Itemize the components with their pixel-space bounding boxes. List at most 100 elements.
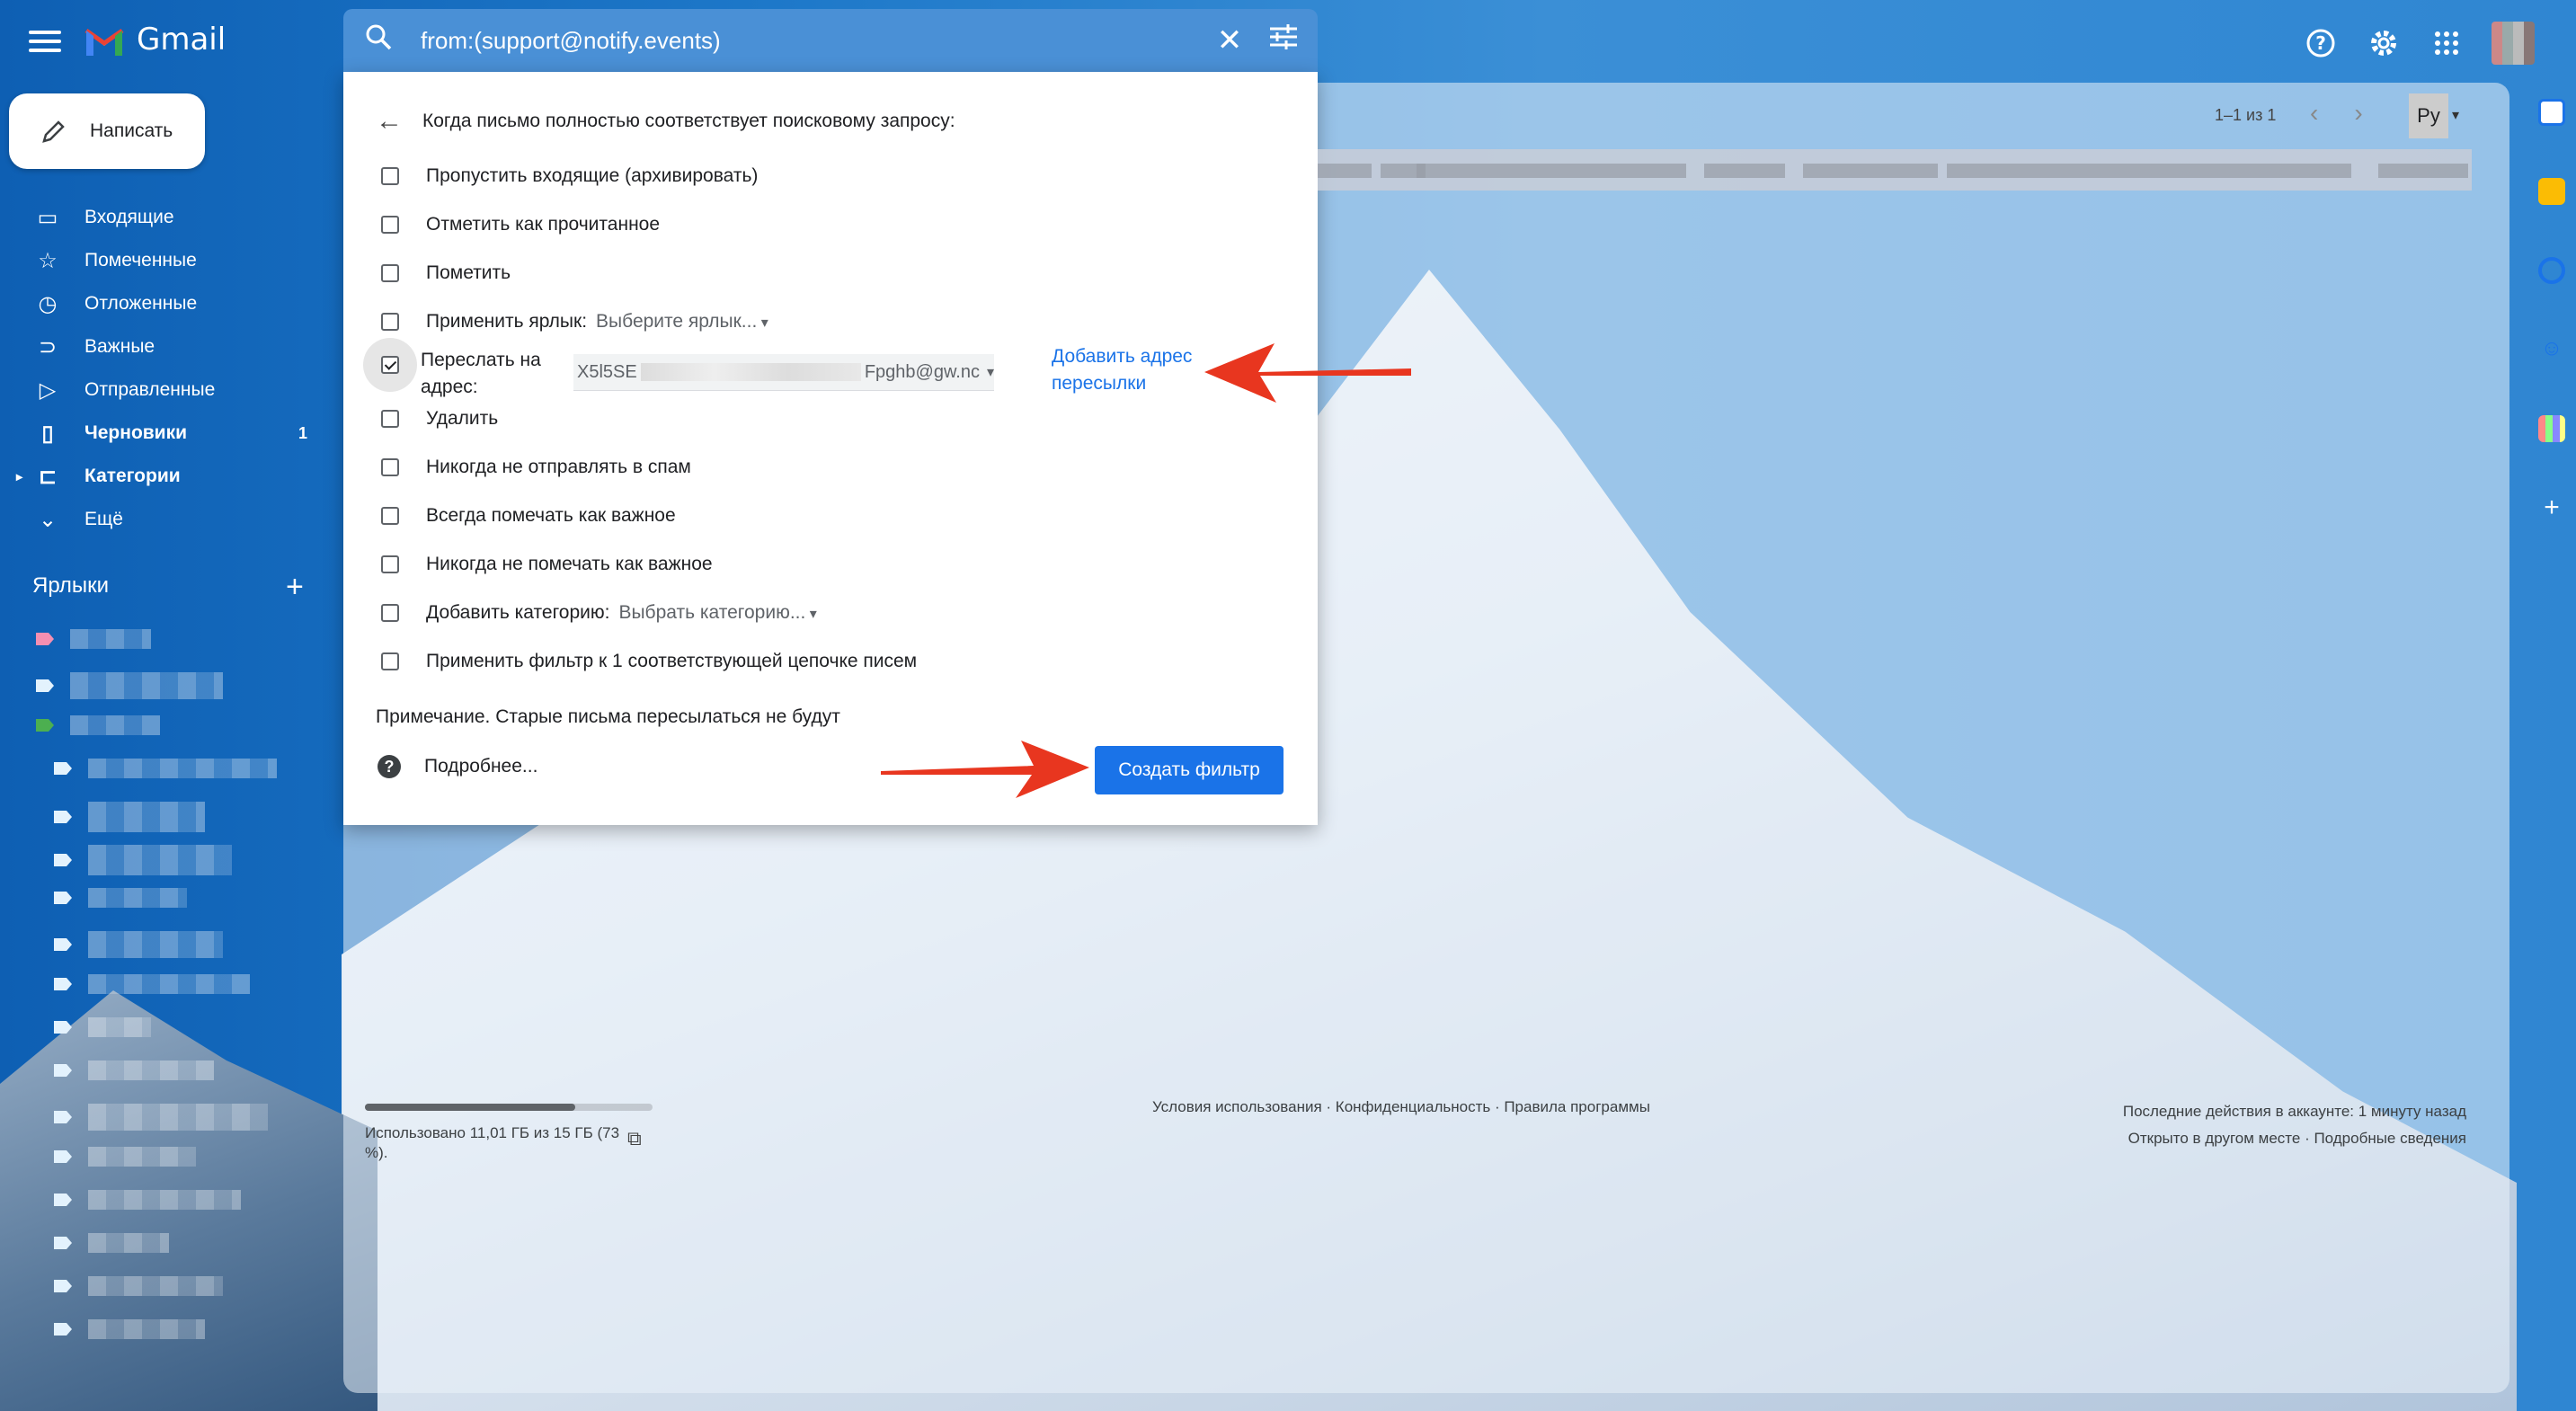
search-input[interactable]: from:(support@notify.events) — [421, 27, 1203, 55]
help-icon: ? — [378, 755, 401, 778]
addon-icon[interactable] — [2538, 415, 2565, 442]
sidebar-item-label: Важные — [84, 336, 155, 357]
activity-details-link[interactable]: Открыто в другом месте · Подробные сведе… — [2123, 1125, 2466, 1152]
label-tag-icon — [36, 679, 54, 692]
calendar-icon[interactable] — [2538, 99, 2565, 126]
sidebar-nav: ▭ Входящие ☆ Помеченные ◷ Отложенные ⊃ В… — [0, 196, 324, 541]
add-forwarding-address-link[interactable]: Добавить адрес пересылки — [1052, 343, 1192, 397]
tasks-icon[interactable] — [2538, 257, 2565, 284]
label-tag-icon — [54, 978, 72, 990]
back-arrow-icon[interactable]: ← — [376, 106, 403, 137]
checkbox[interactable] — [381, 410, 399, 428]
sidebar-item-label: Категории — [84, 466, 181, 486]
label-item[interactable] — [54, 1319, 205, 1339]
label-item[interactable] — [54, 888, 187, 908]
checkbox[interactable] — [381, 604, 399, 622]
contacts-icon[interactable]: ☺ — [2538, 336, 2565, 363]
category-dropdown[interactable]: Выбрать категорию... — [618, 602, 816, 624]
option-add-category[interactable]: Добавить категорию: Выбрать категорию... — [381, 602, 817, 624]
help-icon[interactable]: ? — [2303, 25, 2339, 61]
checkbox[interactable] — [381, 458, 399, 476]
account-avatar[interactable] — [2492, 22, 2535, 65]
sidebar-item-more[interactable]: ⌄ Ещё — [0, 498, 324, 541]
label-item[interactable] — [54, 1104, 268, 1131]
expand-arrow-icon[interactable]: ▸ — [16, 469, 22, 484]
keep-icon[interactable] — [2538, 178, 2565, 205]
checkbox-checked[interactable] — [381, 356, 399, 374]
option-label: Никогда не отправлять в спам — [426, 457, 691, 477]
search-icon[interactable] — [365, 23, 401, 58]
label-item[interactable] — [54, 1017, 151, 1037]
open-external-icon[interactable]: ⧉ — [627, 1127, 642, 1150]
next-page-icon[interactable]: › — [2354, 99, 2362, 128]
sidebar-item-important[interactable]: ⊃ Важные — [0, 325, 324, 368]
option-label: Отметить как прочитанное — [426, 214, 661, 235]
search-options-icon[interactable] — [1257, 24, 1310, 57]
checkbox[interactable] — [381, 264, 399, 282]
sidebar-item-inbox[interactable]: ▭ Входящие — [0, 196, 324, 239]
label-icon: ⊏ — [38, 464, 58, 489]
redacted-label — [88, 1017, 151, 1037]
label-item[interactable] — [54, 1060, 214, 1080]
option-apply-to-existing[interactable]: Применить фильтр к 1 соответствующей цеп… — [381, 651, 917, 672]
gmail-logo[interactable]: Gmail — [83, 22, 226, 58]
checkbox[interactable] — [381, 652, 399, 670]
option-skip-inbox[interactable]: Пропустить входящие (архивировать) — [381, 165, 758, 187]
option-forward[interactable]: Переслать на адрес: — [381, 347, 541, 401]
option-star[interactable]: Пометить — [381, 262, 511, 284]
sidebar-item-label: Черновики — [84, 422, 188, 443]
forward-address-select[interactable]: X5l5SE Fpghb@gw.nc ▾ — [573, 354, 994, 391]
label-item[interactable] — [54, 1190, 241, 1210]
option-apply-label[interactable]: Применить ярлык: Выберите ярлык... — [381, 311, 768, 333]
add-addon-icon[interactable]: + — [2538, 494, 2565, 521]
label-item[interactable] — [54, 1276, 223, 1296]
sidebar-item-label: Ещё — [84, 509, 123, 529]
forward-address-end: Fpghb@gw.nc — [864, 361, 980, 382]
checkbox[interactable] — [381, 216, 399, 234]
redacted-label — [88, 1104, 268, 1131]
label-item[interactable] — [54, 1147, 196, 1167]
option-mark-read[interactable]: Отметить как прочитанное — [381, 214, 660, 235]
previous-page-icon[interactable]: ‹ — [2310, 99, 2318, 128]
clear-search-icon[interactable]: ✕ — [1203, 22, 1257, 58]
sidebar-item-snoozed[interactable]: ◷ Отложенные — [0, 282, 324, 325]
footer-links[interactable]: Условия использования · Конфиденциальнос… — [1152, 1098, 1650, 1116]
main-menu-icon[interactable] — [29, 25, 61, 58]
redacted-email-row[interactable] — [1318, 149, 2472, 191]
input-language-button[interactable]: Ру — [2409, 93, 2448, 138]
label-item[interactable] — [54, 931, 223, 958]
sidebar-item-starred[interactable]: ☆ Помеченные — [0, 239, 324, 282]
settings-gear-icon[interactable] — [2366, 25, 2402, 61]
compose-button[interactable]: Написать — [9, 93, 205, 169]
label-dropdown[interactable]: Выберите ярлык... — [596, 311, 768, 333]
label-item[interactable] — [54, 845, 232, 875]
label-item[interactable] — [36, 629, 151, 649]
option-never-spam[interactable]: Никогда не отправлять в спам — [381, 457, 691, 478]
create-filter-button[interactable]: Создать фильтр — [1095, 746, 1284, 794]
pencil-icon — [42, 120, 65, 143]
label-item[interactable] — [54, 802, 205, 832]
red-arrow-annotation-icon — [881, 741, 1089, 798]
redacted-label — [70, 629, 151, 649]
sidebar-item-categories[interactable]: ▸ ⊏ Категории — [0, 455, 324, 498]
add-label-icon[interactable]: + — [286, 570, 304, 605]
option-always-important[interactable]: Всегда помечать как важное — [381, 505, 676, 527]
label-item[interactable] — [54, 974, 250, 994]
chevron-down-icon[interactable]: ▾ — [2452, 106, 2459, 124]
sidebar-item-drafts[interactable]: ▯ Черновики 1 — [0, 412, 324, 455]
apps-grid-icon[interactable] — [2429, 25, 2465, 61]
option-label: Применить ярлык: — [426, 311, 588, 332]
label-item[interactable] — [54, 759, 277, 778]
label-item[interactable] — [36, 672, 223, 699]
checkbox[interactable] — [381, 555, 399, 573]
option-never-important[interactable]: Никогда не помечать как важное — [381, 554, 713, 575]
label-item[interactable] — [54, 1233, 169, 1253]
checkbox[interactable] — [381, 507, 399, 525]
checkbox[interactable] — [381, 313, 399, 331]
option-delete[interactable]: Удалить — [381, 408, 498, 430]
checkbox[interactable] — [381, 167, 399, 185]
learn-more-link[interactable]: ? Подробнее... — [378, 755, 537, 778]
label-item[interactable] — [36, 715, 160, 735]
sidebar-item-sent[interactable]: ▷ Отправленные — [0, 368, 324, 412]
filter-header: Когда письмо полностью соответствует пои… — [422, 111, 955, 131]
